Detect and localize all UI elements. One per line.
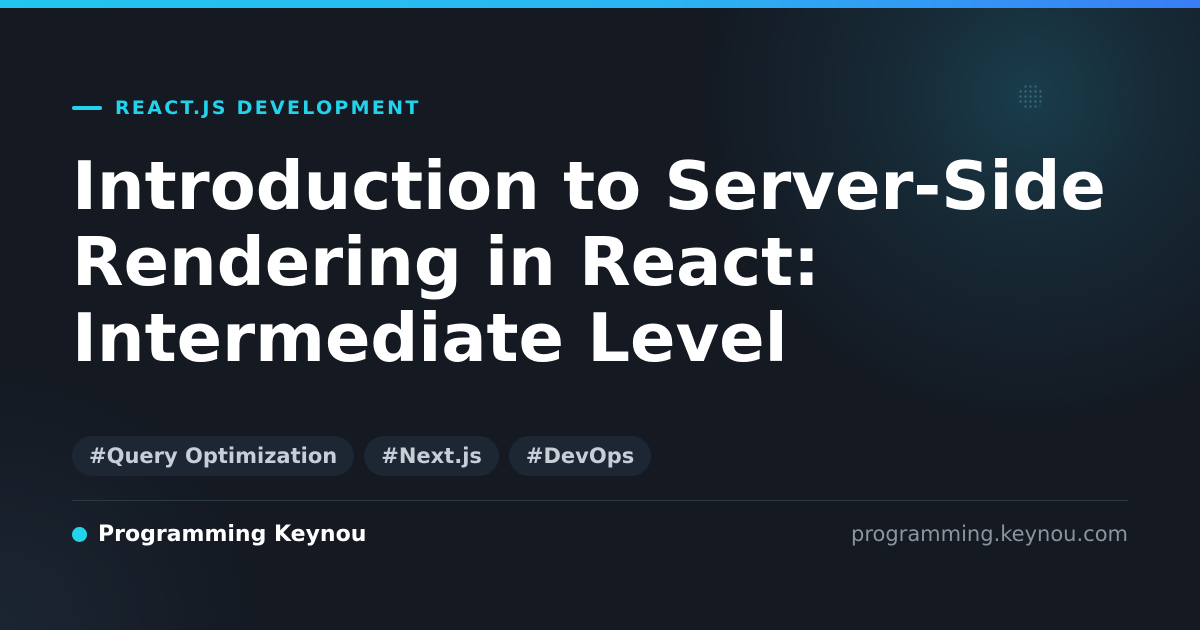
footer-divider [72,500,1128,501]
brand-dot-icon [72,526,87,542]
social-card: REACT.JS DEVELOPMENT Introduction to Ser… [0,0,1200,630]
article-title: Introduction to Server-Side Rendering in… [72,148,1172,376]
decorative-dot-pattern [1018,84,1044,110]
category-label: REACT.JS DEVELOPMENT [115,97,421,119]
brand: Programming Keynou [72,519,366,549]
tag-list: #Query Optimization #Next.js #DevOps [72,436,652,476]
title-line-3: Intermediate Level [72,299,788,377]
category-dash-icon [72,106,102,110]
title-line-1: Introduction to Server-Side [72,147,1106,225]
category-row: REACT.JS DEVELOPMENT [72,96,421,120]
top-accent-bar [0,0,1200,8]
tag-query-optimization: #Query Optimization [72,436,355,476]
tag-nextjs: #Next.js [364,436,499,476]
site-url: programming.keynou.com [851,522,1128,546]
title-line-2: Rendering in React: [72,223,820,301]
brand-name: Programming Keynou [98,521,367,547]
tag-devops: #DevOps [508,436,652,476]
